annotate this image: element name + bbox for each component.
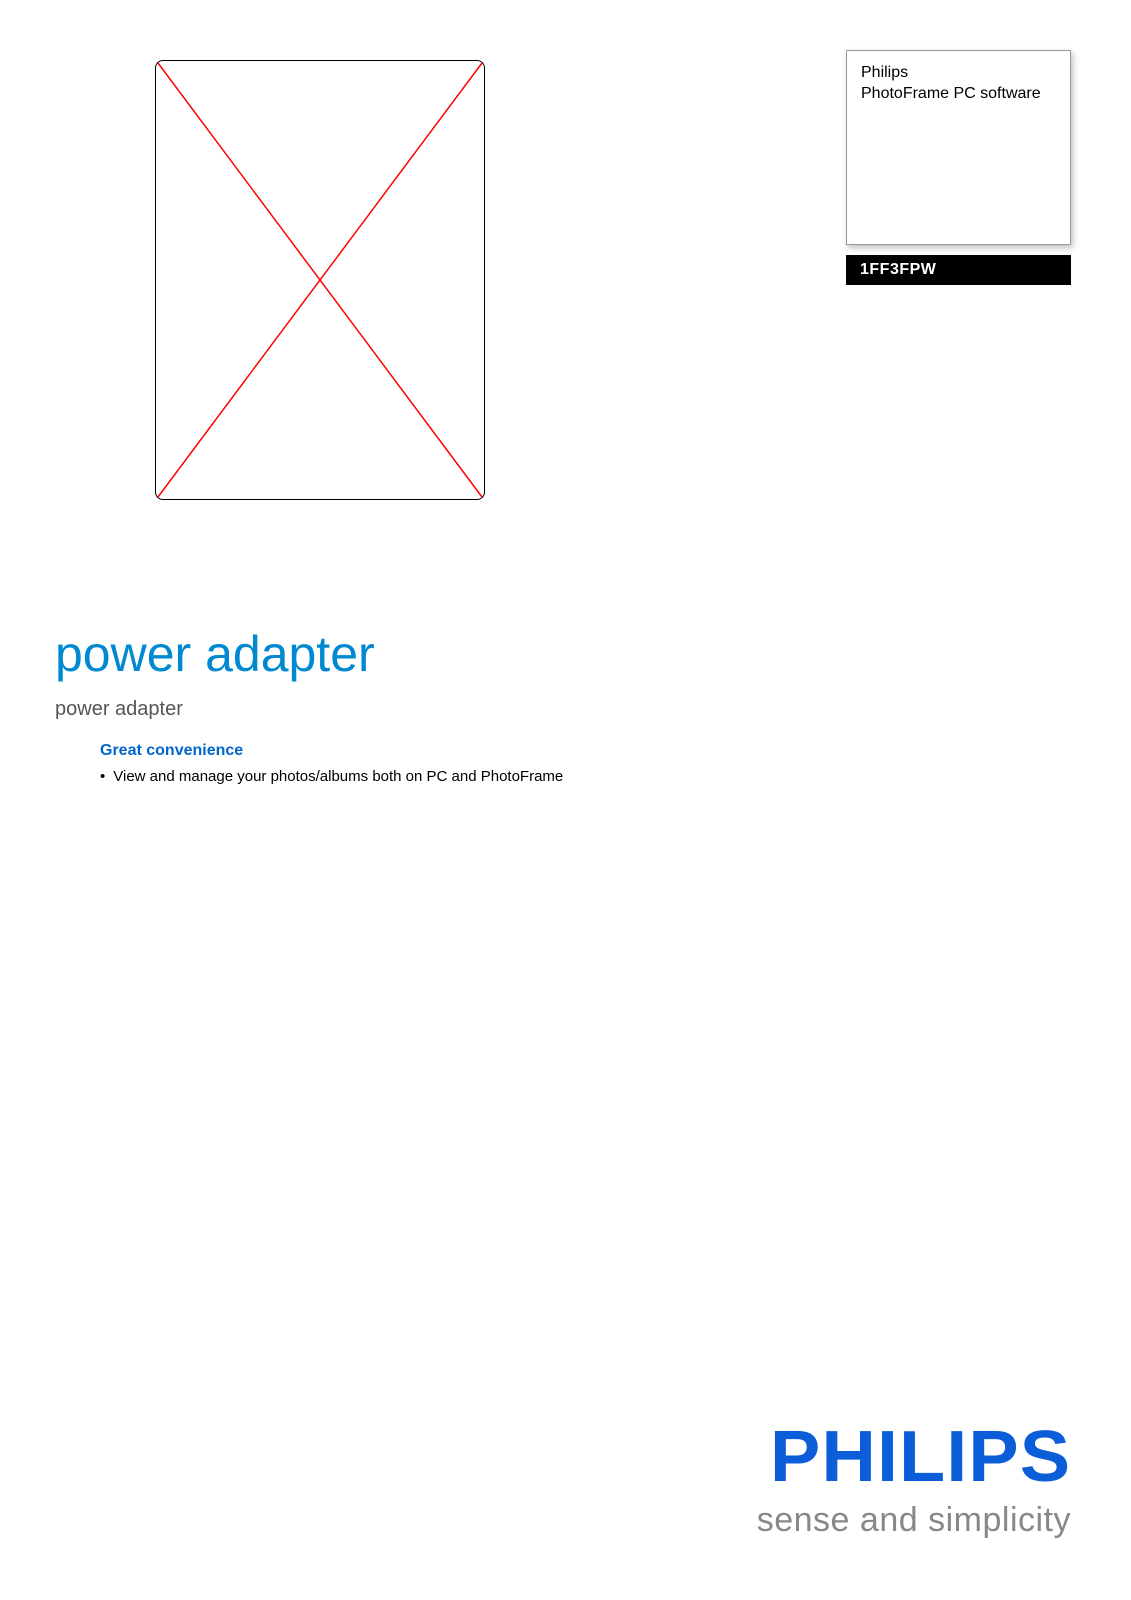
tagline-simplicity: simplicity [918,1501,1071,1539]
product-image-placeholder [155,60,485,500]
product-info-box: Philips PhotoFrame PC software [846,50,1071,245]
model-number-bar: 1FF3FPW [846,255,1071,285]
page-title: power adapter [55,625,375,683]
feature-item: View and manage your photos/albums both … [100,766,563,787]
tagline-and: and [860,1501,918,1539]
tagline: sense and simplicity [757,1501,1071,1540]
tagline-sense: sense [757,1501,860,1539]
missing-image-icon [156,61,484,499]
features-section: Great convenience View and manage your p… [100,742,563,787]
philips-logo: PHILIPS [741,1421,1071,1493]
feature-heading: Great convenience [100,742,563,760]
brand-label: Philips [861,63,1056,84]
page-subtitle: power adapter [55,698,183,721]
product-label: PhotoFrame PC software [861,84,1056,105]
footer: PHILIPS sense and simplicity [757,1421,1071,1540]
